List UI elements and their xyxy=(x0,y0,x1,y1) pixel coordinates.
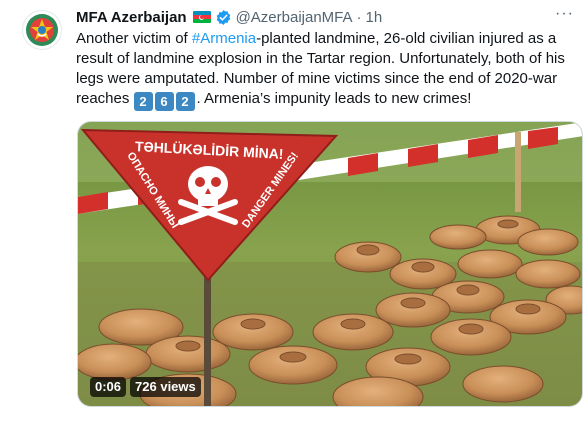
video-views: 726 views xyxy=(130,377,201,397)
tweet-card[interactable]: MFA Azerbaijan @AzerbaijanMFA · 1h ··· A… xyxy=(0,0,586,421)
more-options-icon[interactable]: ··· xyxy=(555,5,574,23)
author-avatar[interactable] xyxy=(22,10,62,50)
tweet-timestamp[interactable]: 1h xyxy=(366,9,383,26)
keycap-digit-3: 2 xyxy=(175,92,195,111)
keycap-digit-1: 2 xyxy=(133,92,153,111)
video-thumbnail: TƏHLÜKƏLİDİR MİNA! ОПАСНО МИНЫ DANGER MI… xyxy=(78,122,582,406)
tweet-text: Another victim of #Armenia-planted landm… xyxy=(76,29,576,111)
video-info-badges: 0:06 726 views xyxy=(90,377,201,397)
video-duration: 0:06 xyxy=(90,377,127,397)
hashtag-link[interactable]: #Armenia xyxy=(192,30,256,47)
azerbaijan-flag-icon xyxy=(192,11,211,23)
sign-post xyxy=(204,272,211,406)
emblem-icon xyxy=(26,14,58,46)
keycap-digit-2: 6 xyxy=(154,92,174,111)
tweet-text-part3: . Armenia’s impunity leads to new crimes… xyxy=(196,90,472,107)
separator-dot: · xyxy=(356,8,362,26)
tweet-text-part1: Another victim of xyxy=(76,30,192,47)
verified-badge-icon xyxy=(216,9,230,25)
video-player[interactable]: TƏHLÜKƏLİDİR MİNA! ОПАСНО МИНЫ DANGER MI… xyxy=(77,121,583,407)
tweet-header: MFA Azerbaijan @AzerbaijanMFA · 1h xyxy=(76,7,382,27)
author-handle[interactable]: @AzerbaijanMFA xyxy=(236,9,353,26)
author-name[interactable]: MFA Azerbaijan xyxy=(76,9,187,26)
